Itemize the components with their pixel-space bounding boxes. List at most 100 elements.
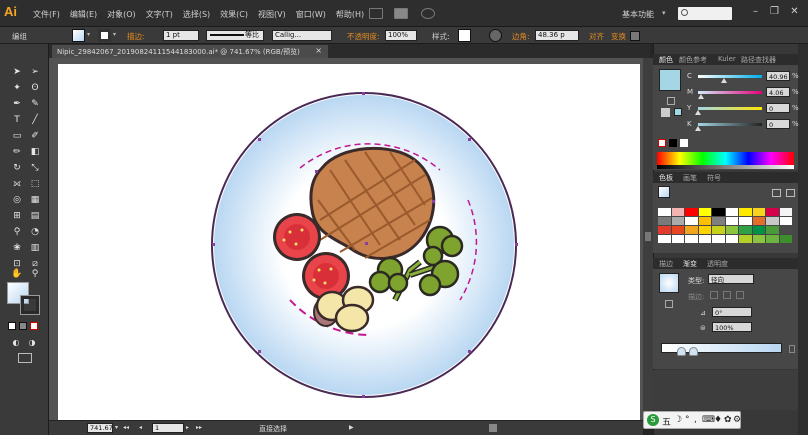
delete-stop-icon[interactable] xyxy=(789,345,795,353)
tab-color[interactable]: 颜色 xyxy=(659,55,673,65)
color-swatch[interactable] xyxy=(752,226,765,234)
gradient-type-select[interactable]: 径向 xyxy=(708,274,754,284)
first-artboard-button[interactable]: ◂◂ xyxy=(123,424,129,431)
color-swatch[interactable] xyxy=(725,217,738,225)
channel-c-slider-knob[interactable] xyxy=(721,78,728,83)
color-swatch[interactable] xyxy=(658,226,671,234)
color-swatch[interactable] xyxy=(698,226,711,234)
tab-swatches[interactable]: 色板 xyxy=(659,173,673,183)
tab-transparency[interactable]: 透明度 xyxy=(707,259,728,269)
tab-brushes[interactable]: 画笔 xyxy=(683,173,697,183)
tab-pathfinder[interactable]: 路径查找器 xyxy=(741,55,776,65)
color-swatch[interactable] xyxy=(712,235,725,243)
color-swatch[interactable] xyxy=(766,226,779,234)
color-swatch[interactable] xyxy=(739,235,752,243)
white-color-swatch[interactable] xyxy=(680,139,688,147)
channel-y-slider-knob[interactable] xyxy=(695,110,701,115)
color-swatch[interactable] xyxy=(779,217,792,225)
gradient-aspect-field[interactable]: 100% xyxy=(712,322,752,332)
gradient-angle-field[interactable]: 0° xyxy=(712,307,752,317)
color-swatch[interactable] xyxy=(725,235,738,243)
prev-artboard-button[interactable]: ◂ xyxy=(139,424,142,431)
web-safe-icon[interactable] xyxy=(661,108,670,117)
stroke-along-icon[interactable] xyxy=(723,291,731,299)
color-swatch[interactable] xyxy=(766,208,779,216)
color-swatch[interactable] xyxy=(698,235,711,243)
color-swatch[interactable] xyxy=(752,235,765,243)
color-swatch[interactable] xyxy=(739,217,752,225)
thumbnail-view-icon[interactable] xyxy=(786,189,795,197)
color-swatch[interactable] xyxy=(779,235,792,243)
swatch-fill-preview[interactable] xyxy=(658,186,670,198)
color-swatch[interactable] xyxy=(658,217,671,225)
none-color-swatch[interactable] xyxy=(658,139,666,147)
current-fill-swatch[interactable] xyxy=(659,69,681,91)
next-artboard-button[interactable]: ▸ xyxy=(186,424,189,431)
out-of-gamut-icon[interactable] xyxy=(667,97,675,105)
stroke-across-icon[interactable] xyxy=(736,291,744,299)
reverse-gradient-icon[interactable] xyxy=(665,300,673,308)
color-spectrum[interactable] xyxy=(657,152,794,165)
ime-wubi-icon[interactable]: 五 xyxy=(662,415,671,428)
channel-m-slider[interactable] xyxy=(698,91,762,94)
black-color-swatch[interactable] xyxy=(669,139,677,147)
color-swatch[interactable] xyxy=(712,217,725,225)
tab-gradient[interactable]: 渐变 xyxy=(683,259,697,269)
color-swatch[interactable] xyxy=(671,235,684,243)
gradient-stop-1[interactable] xyxy=(677,347,686,356)
color-swatch[interactable] xyxy=(752,208,765,216)
color-swatch[interactable] xyxy=(698,217,711,225)
color-swatch[interactable] xyxy=(712,208,725,216)
color-swatch[interactable] xyxy=(685,226,698,234)
color-swatch[interactable] xyxy=(685,208,698,216)
channel-m-value[interactable]: 4.06 xyxy=(766,87,790,97)
color-swatch[interactable] xyxy=(685,235,698,243)
status-menu-button[interactable]: ▶ xyxy=(349,424,354,431)
zoom-dropdown-icon[interactable]: ▾ xyxy=(115,424,118,431)
tab-symbols[interactable]: 符号 xyxy=(707,173,721,183)
tab-color-guide[interactable]: 颜色参考 xyxy=(679,55,707,65)
color-swatch[interactable] xyxy=(779,226,792,234)
tab-stroke[interactable]: 描边 xyxy=(659,259,673,269)
color-swatch[interactable] xyxy=(671,217,684,225)
ime-settings-icon[interactable]: ⚙ xyxy=(733,415,741,425)
color-swatch[interactable] xyxy=(766,217,779,225)
color-swatch[interactable] xyxy=(698,208,711,216)
ime-degree-icon[interactable]: ° xyxy=(685,415,690,425)
last-color-swatch[interactable] xyxy=(674,108,682,116)
channel-k-slider[interactable] xyxy=(698,123,762,126)
color-swatch[interactable] xyxy=(725,226,738,234)
color-swatch[interactable] xyxy=(658,235,671,243)
ime-skin-icon[interactable]: ✿ xyxy=(724,415,732,425)
channel-m-slider-knob[interactable] xyxy=(697,94,704,99)
channel-y-slider[interactable] xyxy=(698,107,762,110)
color-swatch[interactable] xyxy=(685,217,698,225)
last-artboard-button[interactable]: ▸▸ xyxy=(196,424,202,431)
gradient-preview-swatch[interactable] xyxy=(659,273,679,293)
color-swatch[interactable] xyxy=(739,208,752,216)
zoom-field[interactable]: 741.67 xyxy=(87,423,113,433)
vertical-scroll-thumb[interactable] xyxy=(645,232,651,241)
ime-logo-icon[interactable]: S xyxy=(647,414,659,426)
grayscale-ramp[interactable] xyxy=(657,165,794,169)
color-swatch[interactable] xyxy=(752,217,765,225)
color-swatch[interactable] xyxy=(712,226,725,234)
channel-k-slider-knob[interactable] xyxy=(695,126,701,131)
tab-kuler[interactable]: Kuler xyxy=(718,55,736,63)
color-swatch[interactable] xyxy=(658,208,671,216)
ime-comma-icon[interactable]: , xyxy=(694,415,697,425)
color-swatch[interactable] xyxy=(671,208,684,216)
artboard-number-field[interactable]: 1 xyxy=(152,423,184,433)
gradient-stop-2[interactable] xyxy=(689,347,698,356)
stroke-within-icon[interactable] xyxy=(710,291,718,299)
color-swatch[interactable] xyxy=(671,226,684,234)
channel-k-value[interactable]: 0 xyxy=(766,119,790,129)
list-view-icon[interactable] xyxy=(772,189,781,197)
ime-diamond-icon[interactable]: ♦ xyxy=(714,415,722,425)
color-swatch[interactable] xyxy=(739,226,752,234)
channel-c-slider[interactable] xyxy=(698,75,762,78)
channel-y-value[interactable]: 0 xyxy=(766,103,790,113)
color-swatch[interactable] xyxy=(766,235,779,243)
ime-moon-icon[interactable]: ☽ xyxy=(674,415,682,425)
horizontal-scroll-thumb[interactable] xyxy=(489,424,497,432)
